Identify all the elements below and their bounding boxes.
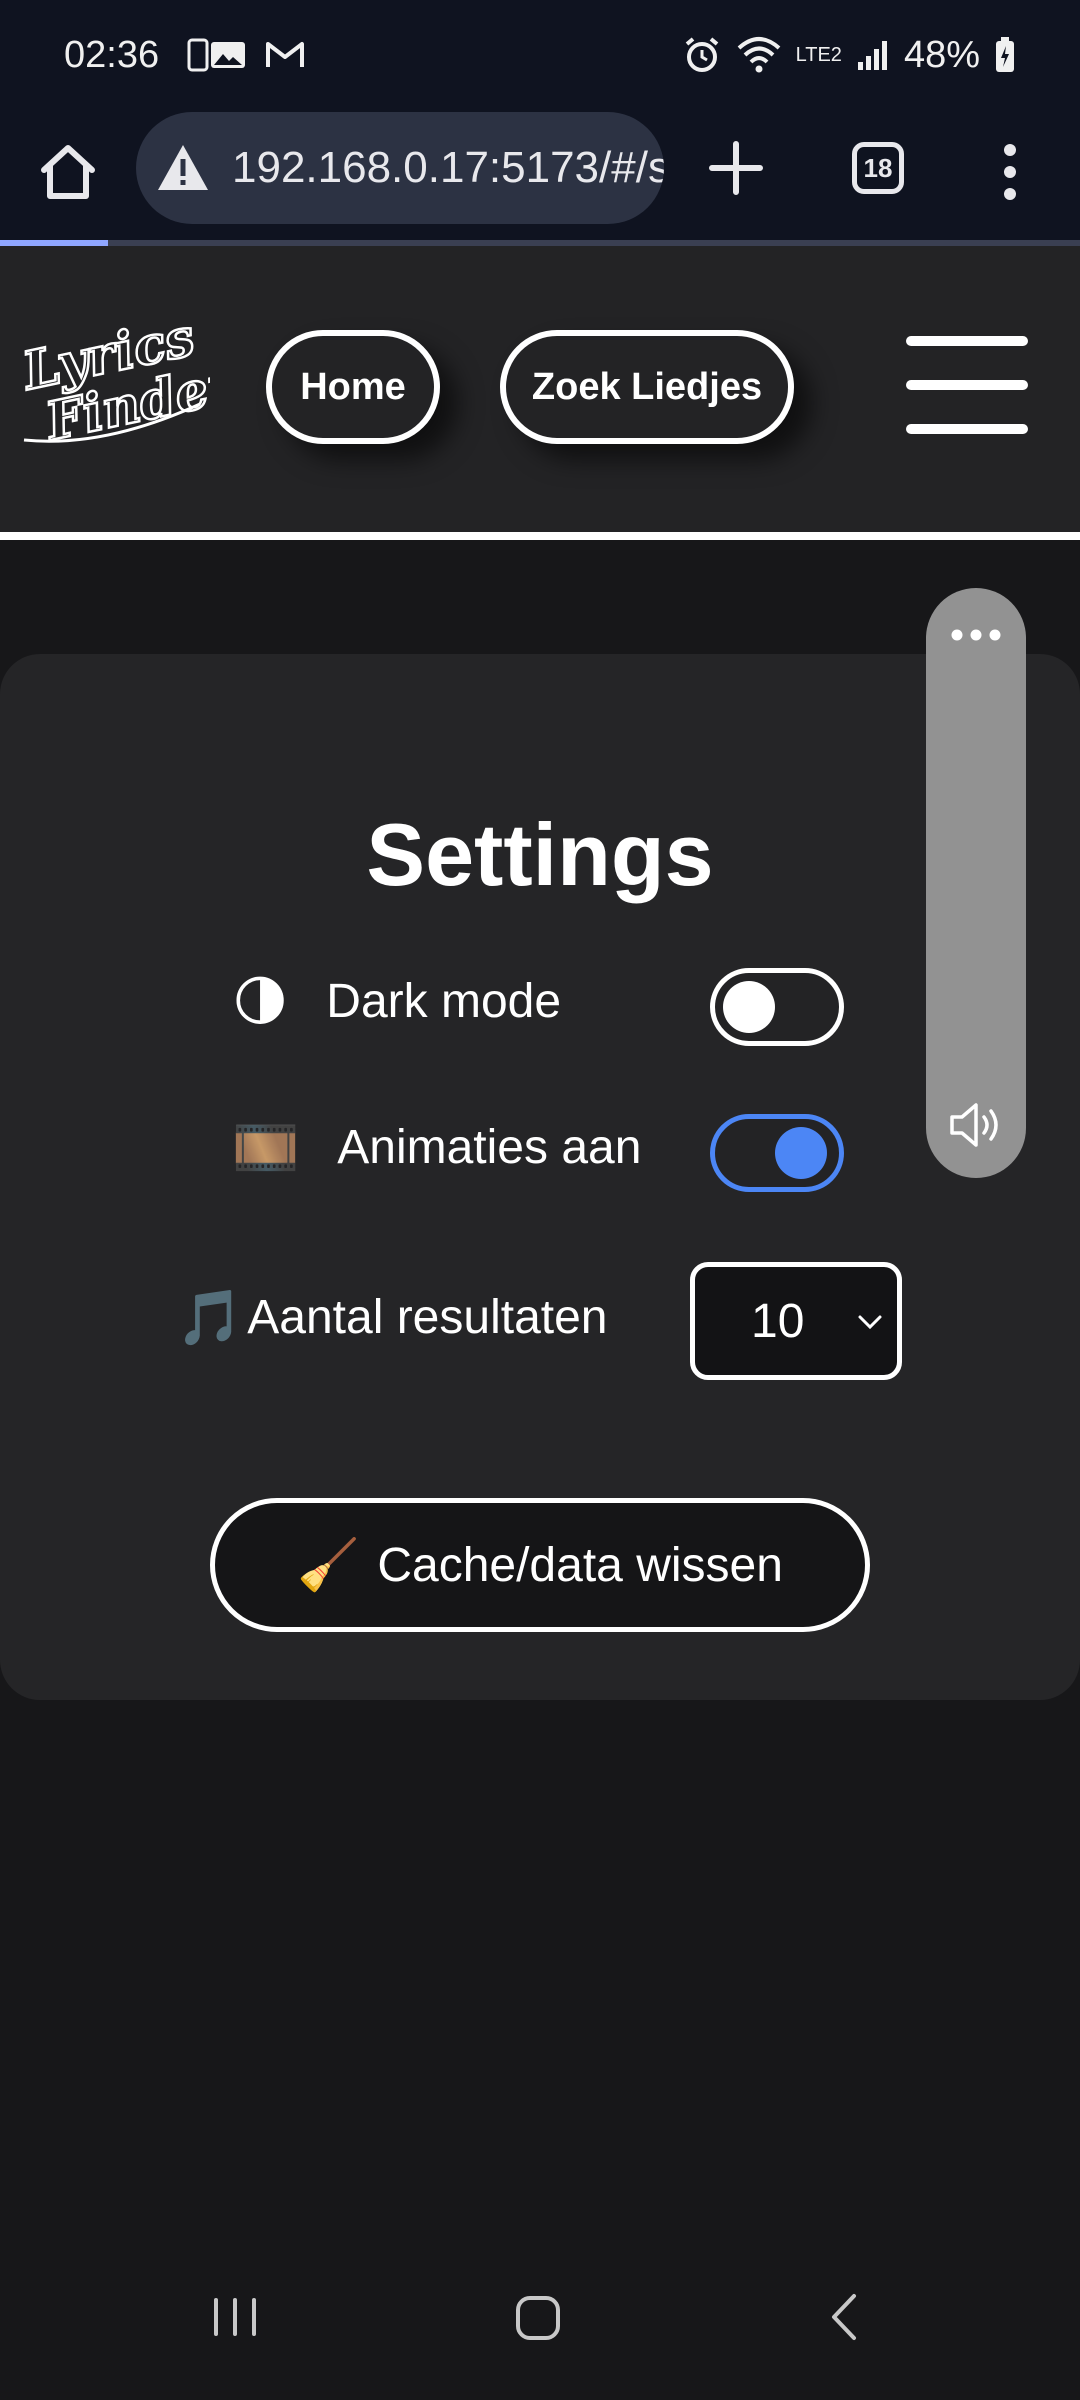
lyrics-finder-logo-icon: Lyrics Finder xyxy=(15,306,246,455)
hamburger-line xyxy=(906,424,1028,434)
tab-switcher-button[interactable]: 18 xyxy=(852,142,904,194)
status-bar: 02:36 LTE2 48% xyxy=(0,0,1080,110)
film-frames-icon: 🎞️ xyxy=(232,1117,300,1178)
animations-row: 🎞️ Animaties aan xyxy=(232,1120,641,1175)
results-count-row: 🎵 Aantal resultaten xyxy=(176,1290,607,1345)
not-secure-warning-icon[interactable] xyxy=(156,141,210,195)
results-count-value: 10 xyxy=(751,1294,805,1348)
status-time: 02:36 xyxy=(64,33,160,76)
nav-search-songs-button[interactable]: Zoek Liedjes xyxy=(500,330,794,444)
more-options-icon[interactable] xyxy=(990,140,1030,204)
recent-apps-icon[interactable] xyxy=(210,2292,260,2342)
chevron-down-icon xyxy=(858,1315,882,1330)
battery-charging-icon xyxy=(996,37,1014,72)
volume-panel[interactable] xyxy=(926,588,1026,1178)
music-notes-icon: 🎵 xyxy=(176,1287,244,1348)
settings-card: Settings 🌗 Dark mode 🎞️ Animaties aan 🎵 … xyxy=(0,654,1080,1700)
volume-more-options-icon[interactable] xyxy=(950,628,1002,642)
settings-title: Settings xyxy=(366,805,714,904)
dark-mode-toggle[interactable] xyxy=(710,968,844,1046)
hamburger-menu-icon[interactable] xyxy=(906,336,1028,434)
toggle-knob xyxy=(723,981,775,1033)
url-text[interactable]: 192.168.0.17:5173/#/s xyxy=(232,143,664,193)
system-navigation-bar xyxy=(0,2250,1080,2400)
animations-toggle[interactable] xyxy=(710,1114,844,1192)
network-type-label: LTE2 xyxy=(795,44,842,66)
home-nav-icon[interactable] xyxy=(512,2292,568,2348)
back-icon[interactable] xyxy=(824,2292,864,2342)
browser-toolbar: 192.168.0.17:5173/#/s 18 xyxy=(0,110,1080,242)
alarm-icon xyxy=(685,37,718,72)
site-header: Lyrics Finder Home Zoek Liedjes xyxy=(0,246,1080,532)
broom-icon: 🧹 xyxy=(297,1537,360,1593)
nav-home-button[interactable]: Home xyxy=(266,330,440,444)
animations-label: Animaties aan xyxy=(337,1121,642,1174)
hamburger-line xyxy=(906,336,1028,346)
lyrics-finder-logo[interactable]: Lyrics Finder xyxy=(14,306,246,456)
hamburger-line xyxy=(906,380,1028,390)
address-bar[interactable]: 192.168.0.17:5173/#/s xyxy=(136,112,664,224)
clear-cache-label: Cache/data wissen xyxy=(377,1538,783,1592)
half-moon-icon: 🌗 xyxy=(232,971,289,1032)
clear-cache-button[interactable]: 🧹 Cache/data wissen xyxy=(210,1498,870,1632)
results-count-select[interactable]: 10 xyxy=(690,1262,902,1380)
speaker-volume-icon[interactable] xyxy=(948,1100,1006,1150)
signal-icon xyxy=(857,41,887,70)
gmail-icon xyxy=(266,42,305,67)
dark-mode-row: 🌗 Dark mode xyxy=(232,974,561,1029)
battery-percentage: 48% xyxy=(903,33,980,76)
dark-mode-label: Dark mode xyxy=(326,975,562,1028)
gallery-notification-icon xyxy=(187,38,246,72)
toggle-knob xyxy=(775,1127,827,1179)
header-divider xyxy=(0,532,1080,540)
new-tab-plus-icon[interactable] xyxy=(706,138,766,198)
home-icon[interactable] xyxy=(36,140,100,204)
results-count-label: Aantal resultaten xyxy=(247,1291,608,1344)
wifi-icon xyxy=(737,37,780,73)
